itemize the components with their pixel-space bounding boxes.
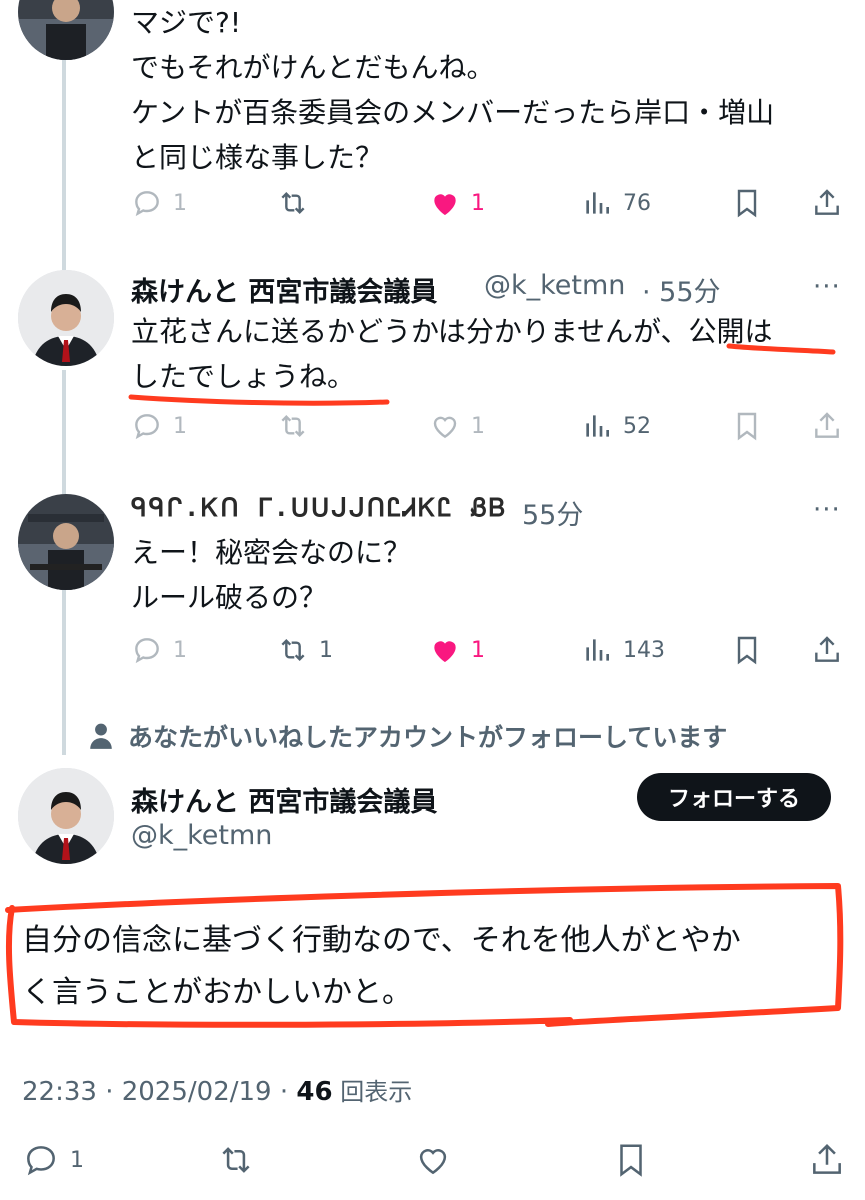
main-tweet-text: 自分の信念に基づく行動なので、それを他人がとやか く言うことがおかしいかと。: [22, 923, 741, 1010]
retweet-button[interactable]: [217, 1140, 255, 1180]
view-count: 46: [296, 1077, 333, 1107]
like-button[interactable]: 1: [429, 183, 485, 223]
views-button[interactable]: 143: [581, 630, 665, 670]
retweet-icon: [222, 1147, 250, 1173]
bar-chart-icon: [586, 192, 609, 214]
like-button[interactable]: 1: [429, 406, 485, 446]
share-button[interactable]: [811, 183, 843, 223]
main-tweet-actions: 1: [22, 1140, 844, 1180]
views-button[interactable]: 76: [581, 183, 651, 223]
retweet-icon: [281, 191, 305, 215]
tweet-text: 立花さんに送るかどうかは分かりませんが、公開は したでしょうね。: [131, 315, 773, 393]
author-handle[interactable]: @k_ketmn: [484, 270, 625, 301]
retweet-icon: [281, 638, 305, 662]
reply-icon: [135, 191, 159, 217]
bookmark-button[interactable]: [612, 1140, 650, 1180]
bookmark-icon: [737, 189, 757, 218]
reply-button[interactable]: 1: [131, 630, 187, 670]
views-button[interactable]: 52: [581, 406, 651, 446]
reply-button[interactable]: 1: [131, 406, 187, 446]
thread-line: [62, 590, 66, 755]
author-name[interactable]: ᑫᑫᒋ.Ꮶᑎ ᒥ.ᑌᑌᒍᒍᑎᏝᏗᏦᏝ ᏰᏴ: [131, 493, 507, 523]
like-button[interactable]: 1: [429, 630, 485, 670]
bar-chart-icon: [586, 639, 609, 661]
more-icon[interactable]: ···: [813, 495, 841, 525]
bookmark-icon: [737, 412, 757, 441]
share-icon: [815, 189, 839, 215]
tweet-meta: 22:33 · 2025/02/19 · 46 回表示: [22, 1072, 412, 1107]
heart-icon: [433, 416, 457, 439]
social-context: あなたがいいねしたアカウントがフォローしています: [88, 718, 727, 754]
thread-line: [62, 60, 66, 270]
tweet-actions: 1 1 1 143: [131, 630, 843, 670]
bookmark-icon: [737, 636, 757, 665]
author-name[interactable]: 森けんと 西宮市議会議員: [131, 270, 437, 309]
reply-button[interactable]: 1: [131, 183, 187, 223]
bar-chart-icon: [586, 415, 609, 437]
share-icon: [813, 1143, 841, 1174]
person-icon: [90, 723, 112, 749]
share-button[interactable]: [811, 406, 843, 446]
retweet-button[interactable]: 1: [277, 630, 333, 670]
social-context-text: あなたがいいねしたアカウントがフォローしています: [128, 723, 728, 752]
heart-filled-icon: [434, 194, 456, 215]
author-name[interactable]: 森けんと 西宮市議会議員: [131, 780, 437, 819]
thread-line: [62, 370, 66, 495]
bookmark-button[interactable]: [731, 630, 763, 670]
share-icon: [815, 636, 839, 662]
heart-filled-icon: [434, 641, 456, 662]
avatar[interactable]: [18, 494, 114, 590]
tweet-text: マジで?! でもそれがけんとだもんね。 ケントが百条委員会のメンバーだったら岸口…: [131, 6, 775, 174]
avatar[interactable]: [18, 270, 114, 366]
follow-button[interactable]: フォローする: [637, 773, 831, 821]
reply-icon: [135, 414, 159, 440]
more-icon[interactable]: ···: [813, 272, 841, 302]
share-button[interactable]: [811, 630, 843, 670]
tweet-time[interactable]: · 55分: [642, 270, 721, 309]
tweet-timestamp[interactable]: 22:33 · 2025/02/19 ·: [22, 1077, 296, 1107]
bookmark-button[interactable]: [731, 406, 763, 446]
tweet-time[interactable]: 55分: [522, 493, 583, 532]
avatar[interactable]: [18, 0, 114, 60]
retweet-button[interactable]: [277, 183, 319, 223]
tweet-text: えー！秘密会なのに？ ルール破るの？: [131, 536, 412, 614]
view-label: 回表示: [332, 1078, 413, 1106]
reply-button[interactable]: 1: [22, 1140, 84, 1180]
avatar[interactable]: [18, 768, 114, 864]
reply-icon: [27, 1146, 55, 1176]
author-handle[interactable]: @k_ketmn: [131, 820, 272, 851]
tweet-actions: 1 1 52: [131, 406, 843, 446]
share-icon: [815, 412, 839, 438]
like-button[interactable]: [414, 1140, 452, 1180]
tweet-actions: 1 1 76: [131, 183, 843, 223]
bookmark-button[interactable]: [731, 183, 763, 223]
heart-icon: [419, 1149, 447, 1175]
share-button[interactable]: [808, 1140, 846, 1180]
retweet-icon: [281, 414, 305, 438]
reply-icon: [135, 638, 159, 664]
bookmark-icon: [620, 1144, 642, 1177]
retweet-button[interactable]: [277, 406, 319, 446]
